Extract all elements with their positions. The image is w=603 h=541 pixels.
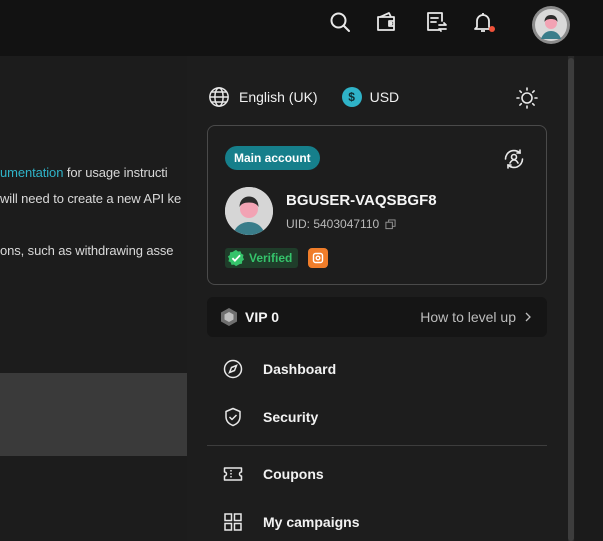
level-up-link[interactable]: How to level up	[420, 309, 533, 325]
bg-text-line-3: ons, such as withdrawing asse	[0, 243, 174, 258]
main-account-badge: Main account	[225, 146, 320, 170]
globe-icon[interactable]	[208, 86, 230, 108]
switch-account-icon[interactable]	[502, 147, 526, 171]
page-edge	[575, 56, 603, 541]
menu-item-coupons[interactable]: Coupons	[222, 462, 324, 486]
scrollbar-thumb[interactable]	[568, 58, 574, 541]
menu-label-coupons: Coupons	[263, 466, 324, 482]
chevron-right-icon	[525, 312, 531, 322]
bg-text-line-2: will need to create a new API ke	[0, 191, 182, 206]
vip-diamond-icon	[221, 308, 237, 326]
sun-icon[interactable]	[515, 86, 539, 110]
verified-badge: Verified	[225, 248, 299, 268]
uid-text: UID: 5403047110	[286, 217, 380, 231]
level-up-label: How to level up	[420, 309, 516, 325]
notification-dot	[489, 26, 495, 32]
wallet-icon[interactable]	[375, 10, 399, 34]
search-icon[interactable]	[328, 10, 352, 34]
verified-check-icon	[227, 249, 245, 267]
menu-item-my-campaigns[interactable]: My campaigns	[222, 510, 359, 534]
menu-item-dashboard[interactable]: Dashboard	[222, 357, 336, 381]
menu-item-security[interactable]: Security	[222, 405, 318, 429]
bell-icon[interactable]	[471, 10, 495, 34]
menu-divider	[207, 445, 547, 446]
background-page	[0, 56, 190, 541]
compass-icon	[223, 359, 243, 379]
avatar-button[interactable]	[532, 6, 570, 44]
documentation-link[interactable]: umentation	[0, 165, 63, 180]
currency-selector[interactable]: USD	[370, 89, 400, 105]
top-navbar	[0, 0, 603, 56]
menu-label-security: Security	[263, 409, 319, 425]
vip-row[interactable]: VIP 0 How to level up	[207, 297, 547, 337]
orders-icon[interactable]	[424, 10, 448, 34]
account-card: Main account BGUSER-VAQSBGF8 UID: 540304…	[207, 125, 547, 285]
uid-row: UID: 5403047110	[286, 217, 396, 231]
vip-level: VIP 0	[245, 309, 279, 325]
profile-avatar[interactable]	[225, 187, 273, 235]
currency-icon: $	[341, 87, 362, 107]
bg-text-line-1: umentation for usage instructi	[0, 165, 168, 180]
username: BGUSER-VAQSBGF8	[286, 192, 437, 209]
copy-icon[interactable]	[385, 218, 396, 230]
orange-achievement-badge[interactable]	[308, 248, 328, 268]
bg-grey-block	[0, 373, 190, 456]
avatar	[535, 9, 567, 41]
shield-check-icon	[225, 407, 241, 427]
menu-label-my-campaigns: My campaigns	[263, 514, 360, 530]
ticket-icon	[223, 467, 243, 481]
verified-label: Verified	[249, 251, 293, 265]
language-selector[interactable]: English (UK)	[239, 89, 318, 105]
grid-icon	[224, 513, 242, 531]
menu-label-dashboard: Dashboard	[263, 361, 337, 377]
locale-row: English (UK) $ USD	[208, 86, 399, 108]
